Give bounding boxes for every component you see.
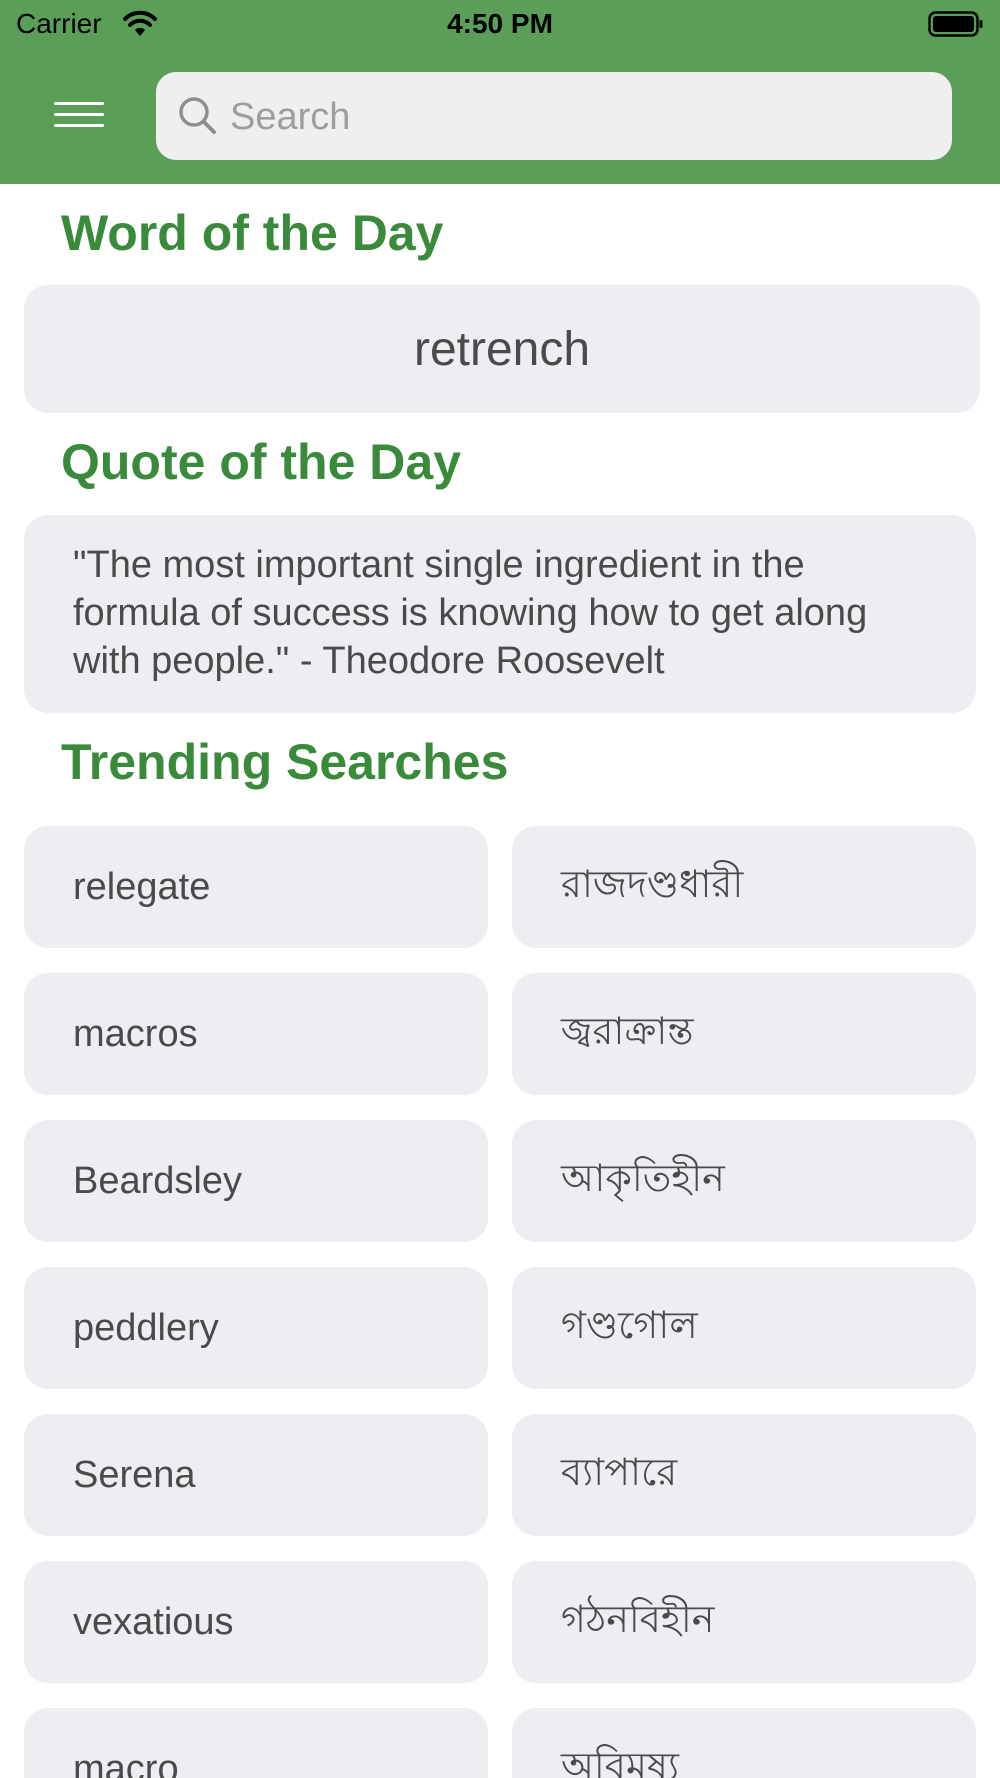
top-header: Carrier 4:50 PM [0,0,1000,184]
word-of-day-card[interactable]: retrench [24,285,980,413]
trending-search-item[interactable]: অবিমৃষ্য [512,1708,976,1778]
trending-search-item[interactable]: macros [24,973,488,1095]
trending-search-item[interactable]: গণ্ডগোল [512,1267,976,1389]
word-of-day-title: Word of the Day [61,205,444,261]
trending-search-item[interactable]: peddlery [24,1267,488,1389]
hamburger-menu-icon[interactable] [46,94,108,134]
trending-search-item[interactable]: গঠনবিহীন [512,1561,976,1683]
trending-search-item[interactable]: macro [24,1708,488,1778]
trending-search-item[interactable]: Beardsley [24,1120,488,1242]
quote-of-day-title: Quote of the Day [61,434,462,490]
status-bar: Carrier 4:50 PM [0,0,1000,50]
trending-searches-title: Trending Searches [61,734,509,790]
status-time: 4:50 PM [447,8,553,39]
trending-search-item[interactable]: vexatious [24,1561,488,1683]
trending-search-item[interactable]: জ্বরাক্রান্ত [512,973,976,1095]
search-icon [179,97,216,134]
search-input[interactable] [228,72,932,162]
search-bar[interactable] [156,72,952,162]
trending-search-item[interactable]: ব্যাপারে [512,1414,976,1536]
battery-icon [928,11,983,37]
trending-search-item[interactable]: relegate [24,826,488,948]
quote-of-day-card: "The most important single ingredient in… [24,515,976,713]
trending-search-item[interactable]: আকৃতিহীন [512,1120,976,1242]
trending-search-item[interactable]: Serena [24,1414,488,1536]
trending-search-item[interactable]: রাজদণ্ডধারী [512,826,976,948]
app-screen: Carrier 4:50 PM Wor [0,0,1000,1778]
